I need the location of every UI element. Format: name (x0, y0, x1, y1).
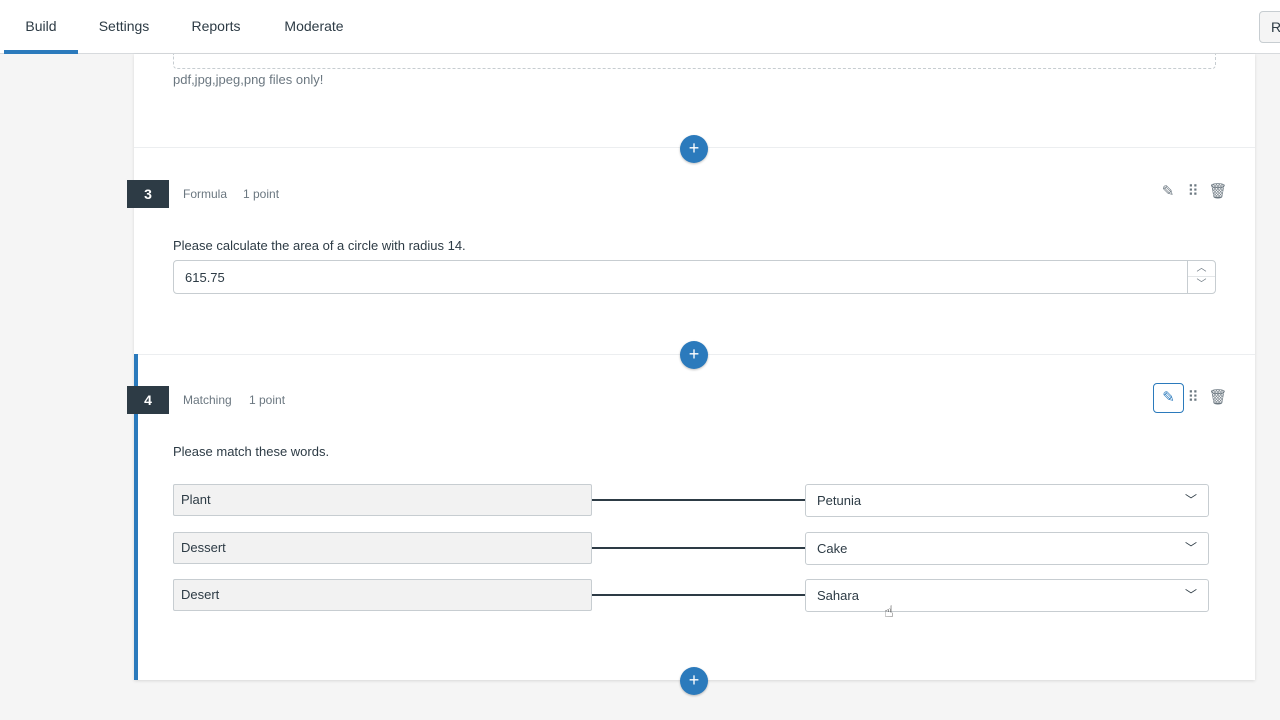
pencil-icon: ✎ (1162, 389, 1175, 406)
delete-question-button[interactable]: 🗑 (1205, 385, 1231, 411)
question-number-badge: 3 (127, 180, 169, 208)
stepper-up-icon[interactable]: ︿ (1188, 261, 1215, 277)
edit-question-button[interactable]: ✎ (1155, 179, 1181, 205)
matching-prompt: Plant (173, 484, 592, 516)
chevron-down-icon: ﹀ (1184, 588, 1197, 602)
drag-handle-icon: ⠿ (1187, 389, 1199, 406)
selected-answer: Cake (817, 541, 848, 556)
answer-value: 615.75 (185, 270, 225, 285)
file-upload-dropzone[interactable] (173, 54, 1216, 69)
formula-answer-input[interactable]: 615.75 ︿ ﹀ (173, 260, 1216, 294)
tab-reports[interactable]: Reports (190, 0, 242, 54)
mouse-cursor-icon: ☝ (884, 604, 894, 621)
plus-icon: + (688, 670, 700, 690)
matching-connector (592, 594, 805, 596)
trash-icon: 🗑 (1208, 183, 1228, 200)
top-navigation: Build Settings Reports Moderate R (0, 0, 1280, 54)
matching-connector (592, 547, 805, 549)
drag-question-handle[interactable]: ⠿ (1180, 385, 1206, 411)
drag-handle-icon: ⠿ (1187, 183, 1199, 200)
add-question-button[interactable]: + (680, 135, 708, 163)
matching-prompt: Desert (173, 579, 592, 611)
quiz-questions-card: pdf,jpg,jpeg,png files only! + 3 Formula… (127, 54, 1255, 695)
question-type: Formula (183, 187, 228, 201)
plus-icon: + (688, 138, 700, 158)
add-question-button[interactable]: + (680, 341, 708, 369)
matching-answer-select[interactable]: Sahara ﹀ (805, 579, 1209, 612)
question-points: 1 point (243, 187, 280, 201)
tab-moderate[interactable]: Moderate (282, 0, 346, 54)
drag-question-handle[interactable]: ⠿ (1180, 179, 1206, 205)
question-points: 1 point (249, 393, 286, 407)
tab-settings[interactable]: Settings (98, 0, 150, 54)
matching-prompt: Dessert (173, 532, 592, 564)
selected-answer: Petunia (817, 493, 862, 508)
chevron-down-icon: ﹀ (1184, 493, 1197, 507)
add-question-button[interactable]: + (680, 667, 708, 695)
stepper-down-icon[interactable]: ﹀ (1188, 277, 1215, 293)
answer-stepper[interactable]: ︿ ﹀ (1187, 261, 1215, 293)
matching-connector (592, 499, 805, 501)
chevron-down-icon: ﹀ (1184, 541, 1197, 555)
question-number-badge: 4 (127, 386, 169, 414)
selected-answer: Sahara (817, 588, 859, 603)
delete-question-button[interactable]: 🗑 (1205, 179, 1231, 205)
question-type: Matching (183, 393, 232, 407)
file-types-note: pdf,jpg,jpeg,png files only! (173, 72, 324, 87)
matching-answer-select[interactable]: Cake ﹀ (805, 532, 1209, 565)
header-action-button[interactable]: R (1259, 11, 1280, 43)
pencil-icon: ✎ (1161, 183, 1175, 200)
question-text: Please calculate the area of a circle wi… (173, 238, 466, 253)
trash-icon: 🗑 (1208, 389, 1228, 406)
plus-icon: + (688, 344, 700, 364)
question-text: Please match these words. (173, 444, 330, 459)
matching-answer-select[interactable]: Petunia ﹀ (805, 484, 1209, 517)
tab-build[interactable]: Build (4, 0, 78, 54)
